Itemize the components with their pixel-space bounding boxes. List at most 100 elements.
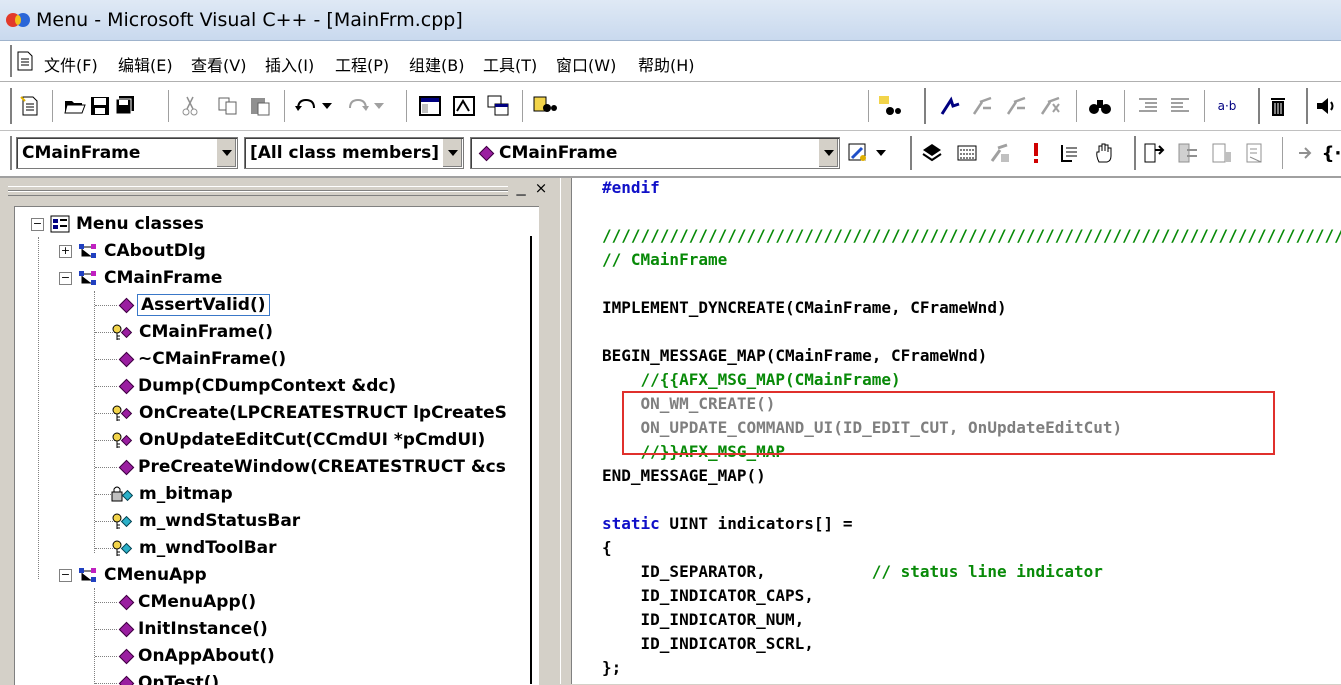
arrow-right-icon[interactable]: [1294, 141, 1318, 165]
go-to-definition-icon[interactable]: [1142, 141, 1166, 165]
window-list-icon[interactable]: [486, 94, 510, 118]
menu-tools[interactable]: 工具(T): [483, 52, 537, 76]
pane-close-icon[interactable]: ×: [534, 180, 548, 196]
menubar-grip[interactable]: [4, 45, 12, 77]
menu-edit[interactable]: 编辑(E): [118, 52, 173, 76]
collapse-icon[interactable]: −: [59, 568, 72, 582]
tree-member-initinstance[interactable]: InitInstance(): [118, 616, 268, 642]
tree-member-oncreate[interactable]: OnCreate(LPCREATESTRUCT lpCreateS: [111, 400, 507, 426]
scrollbar-track[interactable]: [530, 236, 532, 684]
find-in-files-icon[interactable]: [533, 94, 557, 118]
class-combo-dropdown[interactable]: [216, 139, 236, 167]
tree-member-m-wndtoolbar[interactable]: m_wndToolBar: [111, 535, 277, 561]
ab-icon[interactable]: a·b: [1212, 94, 1242, 118]
redo-icon[interactable]: [346, 94, 370, 118]
debug-step-icon[interactable]: [1058, 141, 1082, 165]
menu-file[interactable]: 文件(F): [44, 52, 98, 76]
trash-icon[interactable]: [1266, 94, 1290, 118]
tree-member-assertvalid[interactable]: AssertValid(): [118, 292, 270, 318]
open-folder-icon[interactable]: [63, 94, 87, 118]
tree-member-dtor[interactable]: ~CMainFrame(): [118, 346, 286, 372]
toolbar-grip[interactable]: [1300, 88, 1308, 124]
tree-class-caboutdlg[interactable]: + CAboutDlg: [59, 238, 206, 264]
build-icon[interactable]: [938, 94, 962, 118]
member-combo-dropdown[interactable]: [818, 139, 838, 167]
document-icon[interactable]: [16, 51, 34, 71]
tree-member-dump[interactable]: Dump(CDumpContext &dc): [118, 373, 397, 399]
rebuild-icon[interactable]: [1004, 94, 1028, 118]
pane-splitter[interactable]: [560, 178, 572, 684]
indent-icon[interactable]: [1136, 94, 1160, 118]
browse-icon[interactable]: [1210, 141, 1234, 165]
tree-member-ontest[interactable]: OnTest(): [118, 670, 219, 685]
undo-dropdown-icon[interactable]: [320, 94, 334, 118]
class-combo-value: CMainFrame: [22, 143, 141, 163]
save-icon[interactable]: [88, 94, 112, 118]
filter-combo[interactable]: [All class members]: [244, 137, 464, 169]
collapse-icon[interactable]: −: [31, 217, 44, 231]
copy-icon[interactable]: [216, 94, 240, 118]
tree-member-precreatewindow[interactable]: PreCreateWindow(CREATESTRUCT &cs: [118, 454, 506, 480]
menu-help[interactable]: 帮助(H): [638, 52, 695, 76]
resource-icon[interactable]: [955, 141, 979, 165]
tree-member-m-bitmap[interactable]: m_bitmap: [111, 481, 233, 507]
toolbar-grip[interactable]: [1252, 88, 1260, 124]
toolbar-grip[interactable]: [4, 136, 12, 170]
menu-project[interactable]: 工程(P): [335, 52, 389, 76]
tree-member-onappabout[interactable]: OnAppAbout(): [118, 643, 275, 669]
tree-root[interactable]: − Menu classes: [31, 211, 204, 237]
tree-member-cmainframe-ctor[interactable]: CMainFrame(): [111, 319, 273, 345]
paste-icon[interactable]: [248, 94, 272, 118]
workspace-icon[interactable]: [418, 94, 442, 118]
toolbar-grip[interactable]: [4, 88, 12, 124]
menu-view[interactable]: 查看(V): [191, 52, 246, 76]
member-combo[interactable]: CMainFrame: [470, 137, 840, 169]
wizard-action-icon[interactable]: [846, 141, 870, 165]
tree-class-cmenuapp[interactable]: − CMenuApp: [59, 562, 207, 588]
brace-icon[interactable]: {·: [1322, 141, 1341, 165]
build-tool-icon[interactable]: [988, 141, 1012, 165]
expand-icon[interactable]: +: [59, 244, 72, 258]
binoculars-icon[interactable]: [1088, 94, 1112, 118]
new-text-file-icon[interactable]: [18, 94, 42, 118]
tree-connector: [38, 237, 39, 579]
separator: [406, 90, 410, 122]
browse-next-icon[interactable]: [1244, 141, 1268, 165]
toolbar-grip[interactable]: [904, 136, 912, 170]
separator: [1204, 90, 1208, 122]
separator: [52, 90, 56, 122]
go-to-reference-icon[interactable]: [1176, 141, 1200, 165]
tree-class-cmainframe[interactable]: − CMainFrame: [59, 265, 222, 291]
class-combo[interactable]: CMainFrame: [16, 137, 238, 169]
tree-member-m-wndstatusbar[interactable]: m_wndStatusBar: [111, 508, 300, 534]
pane-maximize-icon[interactable]: ▁: [514, 182, 528, 196]
menu-window[interactable]: 窗口(W): [556, 52, 616, 76]
code-line: #endif: [602, 178, 660, 197]
speaker-icon[interactable]: [1314, 94, 1338, 118]
redo-dropdown-icon[interactable]: [372, 94, 386, 118]
menu-insert[interactable]: 插入(I): [265, 52, 314, 76]
compile-icon[interactable]: [970, 94, 994, 118]
output-window-icon[interactable]: [452, 94, 476, 118]
toolbar-grip[interactable]: [1128, 136, 1136, 170]
filter-combo-dropdown[interactable]: [442, 139, 462, 167]
tree-member-cmenuapp-ctor[interactable]: CMenuApp(): [118, 589, 256, 615]
stop-build-icon[interactable]: [1038, 94, 1062, 118]
hand-icon[interactable]: [1092, 141, 1116, 165]
wizard-action-dropdown[interactable]: [874, 141, 888, 165]
tree-item-label: CAboutDlg: [104, 241, 206, 261]
toolbar-grip[interactable]: [918, 88, 926, 124]
tree-scrollbar[interactable]: [527, 236, 537, 684]
tree-member-onupdateeditcut[interactable]: OnUpdateEditCut(CCmdUI *pCmdUI): [111, 427, 485, 453]
save-all-icon[interactable]: [112, 94, 136, 118]
title-bar[interactable]: Menu - Microsoft Visual C++ - [MainFrm.c…: [0, 0, 1341, 41]
undo-icon[interactable]: [294, 94, 318, 118]
execute-icon[interactable]: [1024, 141, 1048, 165]
menu-build[interactable]: 组建(B): [409, 52, 464, 76]
cut-icon[interactable]: [178, 94, 202, 118]
find-icon[interactable]: [878, 94, 902, 118]
outdent-icon[interactable]: [1168, 94, 1192, 118]
collapse-icon[interactable]: −: [59, 271, 72, 285]
tree-item-label: Dump(CDumpContext &dc): [138, 376, 397, 396]
class-wizard-icon[interactable]: [920, 141, 944, 165]
